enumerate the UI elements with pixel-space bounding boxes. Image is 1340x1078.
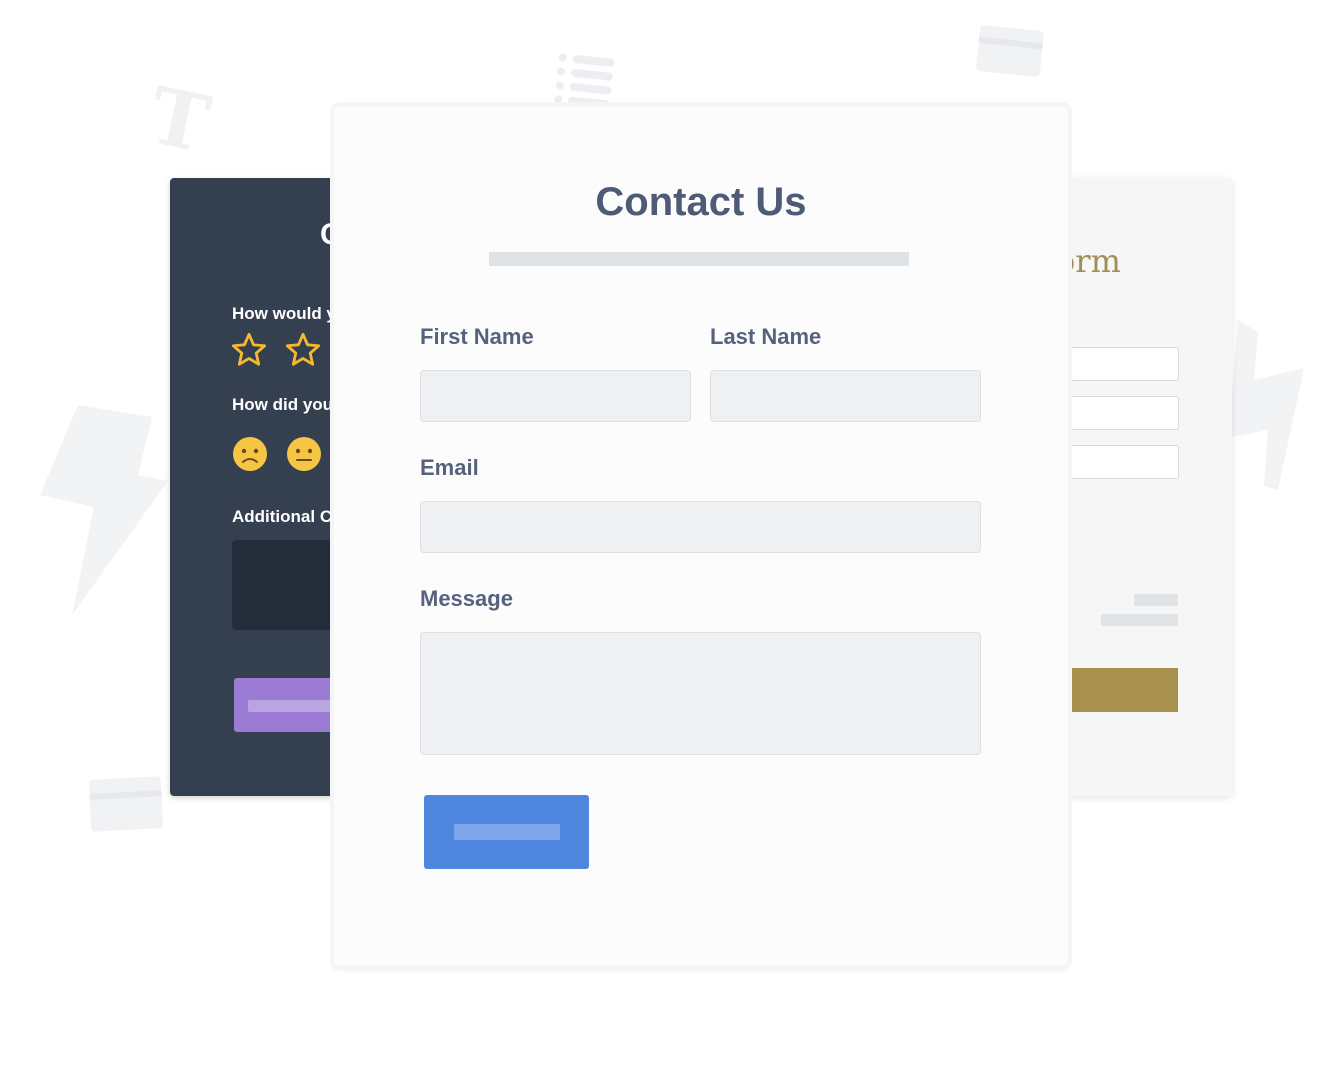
text-input[interactable] xyxy=(1060,396,1179,430)
last-name-label: Last Name xyxy=(710,324,822,349)
comments-label: Additional Co xyxy=(232,507,343,526)
first-name-label: First Name xyxy=(420,324,534,349)
submit-button[interactable] xyxy=(1060,668,1178,712)
lightning-bolt-icon xyxy=(1228,320,1304,490)
text-input[interactable] xyxy=(1060,445,1179,479)
submit-button[interactable] xyxy=(424,795,589,869)
star-icon[interactable] xyxy=(230,332,268,368)
button-label-placeholder xyxy=(454,824,560,840)
first-name-field[interactable] xyxy=(420,370,691,422)
star-icon[interactable] xyxy=(284,332,322,368)
text-icon: T xyxy=(141,69,217,172)
page-title: Contact Us xyxy=(595,180,807,224)
sad-face-icon[interactable] xyxy=(232,436,268,472)
rating-question-label: How would y xyxy=(232,304,336,323)
message-textarea[interactable] xyxy=(420,632,981,755)
form-title: orm xyxy=(1060,242,1121,280)
credit-card-icon xyxy=(975,24,1045,78)
lightning-bolt-icon xyxy=(40,405,168,615)
credit-card-icon xyxy=(88,776,164,832)
button-label-placeholder xyxy=(248,700,332,712)
star-rating xyxy=(230,332,322,368)
emoji-rating xyxy=(232,436,322,472)
light-form-card: orm xyxy=(1060,178,1232,796)
email-label: Email xyxy=(420,455,479,480)
contact-form-card: Contact Us First Name Last Name Email Me… xyxy=(334,106,1068,966)
text-input[interactable] xyxy=(1060,347,1179,381)
email-field[interactable] xyxy=(420,501,981,553)
neutral-face-icon[interactable] xyxy=(286,436,322,472)
title-divider xyxy=(489,252,909,266)
text-placeholder xyxy=(1101,614,1178,626)
last-name-field[interactable] xyxy=(710,370,981,422)
text-placeholder xyxy=(1134,594,1178,606)
message-label: Message xyxy=(420,586,513,611)
satisfaction-question-label: How did you f xyxy=(232,395,344,414)
